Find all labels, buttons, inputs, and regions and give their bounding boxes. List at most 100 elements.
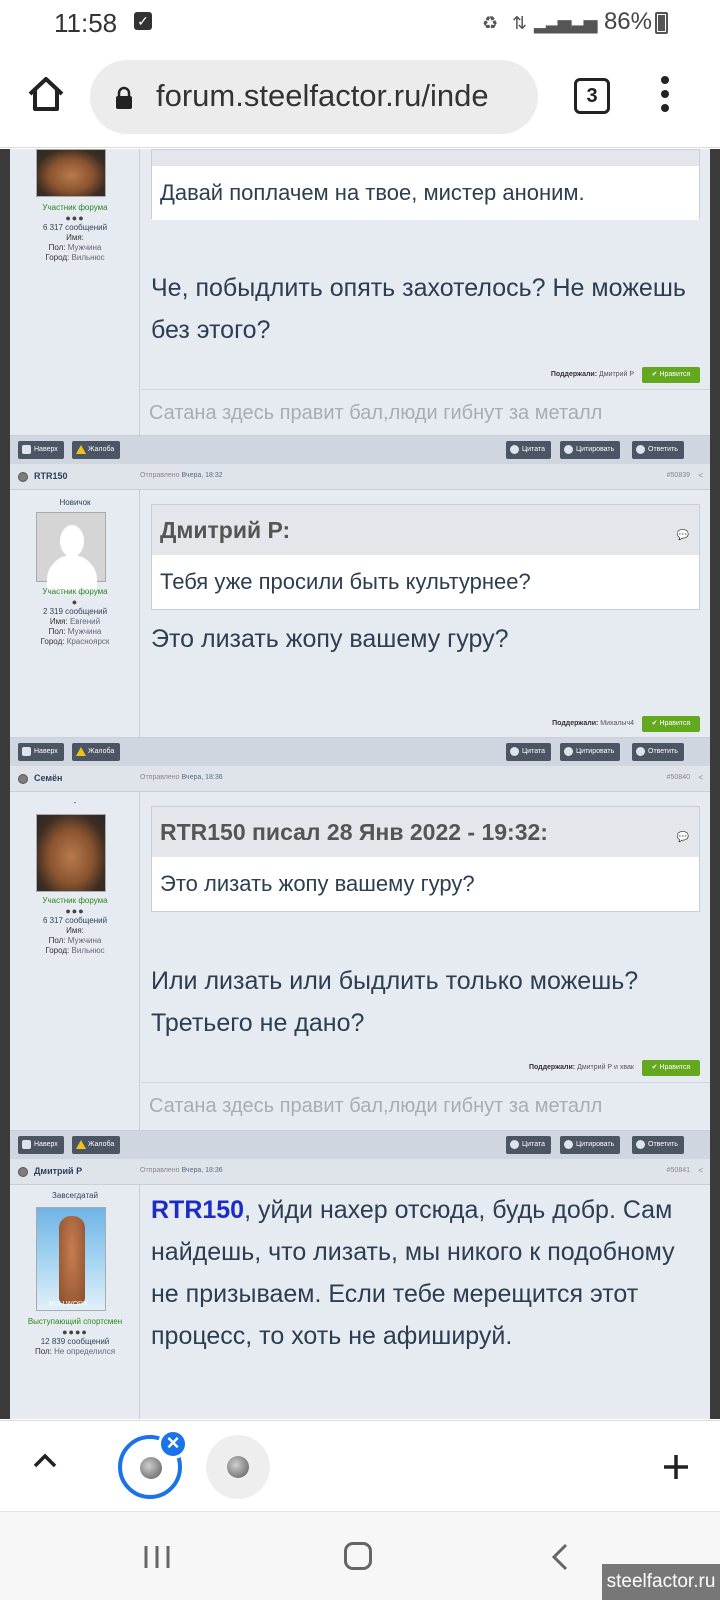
- like-button[interactable]: ✔ Нравится: [642, 367, 700, 383]
- report-button[interactable]: Жалоба: [72, 441, 121, 459]
- user-city-label: Город:: [45, 946, 70, 955]
- share-icon[interactable]: <: [698, 1166, 703, 1175]
- post-action-bar: Наверх Жалоба Цитата Цитировать Ответить: [10, 436, 710, 464]
- post-number[interactable]: #50839: [667, 472, 690, 479]
- user-status: Завсегдатай: [52, 1191, 98, 1200]
- user-rank-dots: ●●●: [65, 906, 85, 916]
- home-icon[interactable]: [26, 74, 66, 114]
- multiquote-button[interactable]: Цитировать: [560, 743, 621, 761]
- back-icon[interactable]: [550, 1542, 570, 1572]
- browser-menu-icon[interactable]: [658, 76, 672, 120]
- quote-author[interactable]: RTR150 писал 28 Янв 2022 - 19:32:: [160, 819, 548, 845]
- top-button[interactable]: Наверх: [18, 441, 64, 459]
- close-tab-icon[interactable]: ×: [158, 1429, 188, 1459]
- quote-link-icon[interactable]: 💬: [677, 813, 689, 863]
- recycle-icon: ♻: [482, 13, 498, 33]
- user-gender-value: Мужчина: [67, 627, 102, 636]
- tab-strip: ×: [0, 1420, 720, 1510]
- user-message-count[interactable]: 12 839 сообщений: [10, 1337, 140, 1347]
- avatar[interactable]: [36, 512, 106, 591]
- avatar[interactable]: [36, 149, 106, 197]
- quote-button[interactable]: Цитата: [506, 441, 551, 459]
- quote-text: Тебя уже просили быть культурнее?: [152, 555, 699, 609]
- post-content: RTR150 писал 28 Янв 2022 - 19:32: 💬 Это …: [141, 792, 710, 1130]
- like-button[interactable]: ✔ Нравится: [642, 1060, 700, 1076]
- top-button[interactable]: Наверх: [18, 743, 64, 761]
- address-bar[interactable]: forum.steelfactor.ru/inde: [90, 60, 538, 134]
- avatar-brand: BULLWORX: [49, 1301, 88, 1308]
- multiquote-button[interactable]: Цитировать: [560, 441, 621, 459]
- supporters-label: Поддержали:: [528, 1064, 576, 1071]
- user-gender-label: Пол:: [48, 627, 66, 636]
- user-message-count[interactable]: 6 317 сообщений: [10, 223, 140, 233]
- post-text: Че, побыдлить опять захотелось? Не можеш…: [151, 274, 686, 344]
- like-button[interactable]: ✔ Нравится: [642, 716, 700, 732]
- reply-icon: [636, 1140, 645, 1149]
- user-city-value: Вильнюс: [71, 946, 105, 955]
- warning-icon: [76, 747, 86, 756]
- user-rank-dots: ●●●: [65, 213, 85, 223]
- quote-author[interactable]: Дмитрий Р:: [160, 517, 290, 543]
- top-button[interactable]: Наверх: [18, 1136, 64, 1154]
- supporters: Поддержали: Дмитрий Р: [551, 371, 634, 378]
- user-message-count[interactable]: 6 317 сообщений: [10, 916, 140, 926]
- post-author[interactable]: RTR150: [34, 471, 68, 481]
- user-city-value: Красноярск: [66, 637, 110, 646]
- quote-block: Давай поплачем на твое, мистер аноним.: [151, 149, 700, 220]
- user-status: Новичок: [59, 498, 91, 507]
- site-favicon-icon: [140, 1457, 162, 1479]
- post-author[interactable]: Дмитрий Р: [34, 1166, 82, 1176]
- signature: Сатана здесь правит бал,люди гибнут за м…: [141, 1082, 710, 1129]
- reply-button[interactable]: Ответить: [632, 441, 684, 459]
- nav-home-icon[interactable]: [344, 1542, 372, 1570]
- user-role: Участник форума: [42, 203, 108, 212]
- user-gender-value: Не определился: [54, 1347, 116, 1356]
- quote-button[interactable]: Цитата: [506, 1136, 551, 1154]
- report-button[interactable]: Жалоба: [72, 743, 121, 761]
- reply-button[interactable]: Ответить: [632, 743, 684, 761]
- tab-switcher-button[interactable]: 3: [574, 78, 610, 114]
- chevron-up-icon[interactable]: [32, 1451, 58, 1469]
- post-author[interactable]: Семён: [34, 773, 63, 783]
- multiquote-button[interactable]: Цитировать: [560, 1136, 621, 1154]
- multiquote-icon: [564, 747, 573, 756]
- supporters-names[interactable]: Дмитрий Р: [599, 371, 634, 378]
- avatar[interactable]: [36, 814, 106, 892]
- user-city-value: Вильнюс: [71, 253, 105, 262]
- report-button[interactable]: Жалоба: [72, 1136, 121, 1154]
- like-label: Нравится: [659, 1064, 691, 1071]
- post-user-info: Участник форума ●●● 6 317 сообщений Имя:…: [10, 149, 140, 435]
- user-name-label: Имя:: [66, 233, 84, 242]
- supporters-names[interactable]: Михалыч4: [600, 720, 634, 727]
- user-rank-dots: ●: [71, 597, 79, 607]
- user-city-label: Город:: [45, 253, 70, 262]
- offline-status-icon: [18, 1167, 28, 1177]
- share-icon[interactable]: <: [698, 471, 703, 480]
- status-bar: 11:58 ✓ ♻ ⇅ ▂▃▅ ▂▃▅ 86%: [0, 0, 720, 48]
- lock-icon: [116, 86, 132, 109]
- user-status: -: [73, 798, 77, 807]
- recent-apps-icon[interactable]: [142, 1544, 172, 1570]
- user-name-label: Имя:: [66, 926, 84, 935]
- user-mention[interactable]: RTR150: [151, 1196, 244, 1224]
- user-message-count[interactable]: 2 319 сообщений: [10, 607, 140, 617]
- new-tab-plus-icon[interactable]: [662, 1453, 690, 1481]
- quote-link-icon[interactable]: 💬: [677, 511, 689, 561]
- post-time: Отправлено Вчера, 18:36: [140, 1167, 223, 1174]
- user-rank-dots: ●●●●: [62, 1327, 88, 1337]
- post-user-info: Новичок Участник форума ● 2 319 сообщени…: [10, 490, 140, 737]
- avatar[interactable]: BULLWORX: [36, 1207, 106, 1311]
- post-number[interactable]: #50841: [667, 1167, 690, 1174]
- user-gender-value: Мужчина: [67, 243, 102, 252]
- quote-button[interactable]: Цитата: [506, 743, 551, 761]
- supporters: Поддержали: Михалыч4: [552, 720, 634, 727]
- reply-button[interactable]: Ответить: [632, 1136, 684, 1154]
- share-icon[interactable]: <: [698, 773, 703, 782]
- supporters-names[interactable]: Дмитрий Р и хвак: [577, 1064, 634, 1071]
- tab-inactive[interactable]: [206, 1435, 270, 1499]
- post-number[interactable]: #50840: [667, 774, 690, 781]
- user-gender-value: Мужчина: [67, 936, 102, 945]
- user-role: Выступающий спортсмен: [27, 1317, 123, 1326]
- reply-icon: [636, 445, 645, 454]
- supporters-label: Поддержали:: [550, 371, 598, 378]
